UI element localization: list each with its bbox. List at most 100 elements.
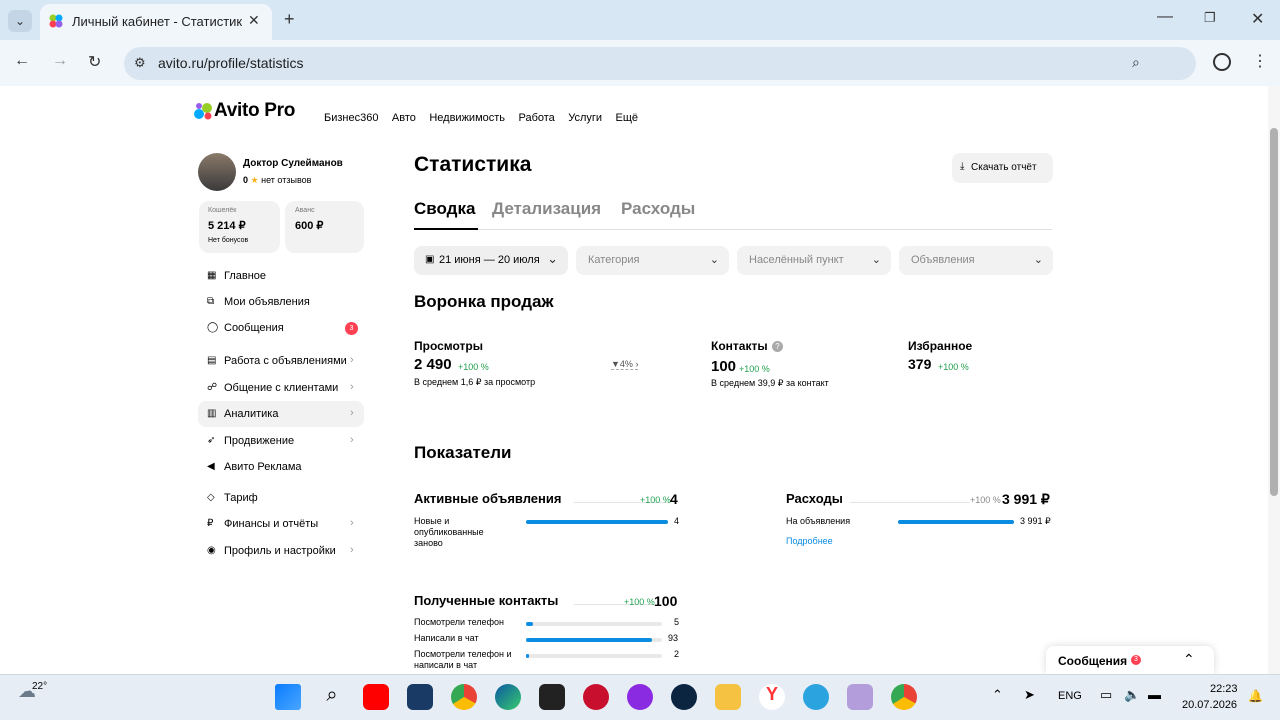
network-icon[interactable]: ▭	[1100, 687, 1112, 703]
logo-text: Avito Pro	[214, 100, 296, 121]
chevron-up-icon[interactable]: ⌃	[1183, 651, 1195, 668]
messages-popup[interactable]: Сообщения 3 ⌃	[1046, 646, 1214, 674]
download-label: Скачать отчёт	[971, 162, 1037, 173]
profile-avatar-icon[interactable]	[1213, 53, 1231, 71]
copy-icon: ⧉	[207, 296, 215, 307]
app-icon[interactable]	[583, 684, 609, 710]
app-icon[interactable]	[539, 684, 565, 710]
expenses-row-bar	[898, 520, 1014, 524]
tab-expenses[interactable]: Расходы	[621, 199, 695, 219]
tab-summary[interactable]: Сводка	[414, 199, 475, 219]
contacts-row-bar	[526, 654, 662, 658]
profile-rating[interactable]: 0 ★ нет отзывов	[243, 175, 311, 186]
browser-menu-icon[interactable]: ⋮	[1252, 51, 1268, 71]
contacts-row-label: Посмотрели телефон и написали в чат	[414, 649, 512, 670]
yandex-browser-icon[interactable]: Y	[759, 684, 785, 710]
sidebar-item-main[interactable]: ▦ Главное	[198, 263, 364, 289]
site-info-icon[interactable]: ⚙	[134, 55, 146, 71]
nav-realty[interactable]: Недвижимость	[429, 112, 505, 124]
calendar-icon: ▣	[425, 254, 435, 265]
received-contacts-delta: +100 %	[624, 597, 655, 607]
sidebar-item-ads-work[interactable]: ▤ Работа с объявлениями ›	[198, 348, 364, 374]
wallet-card[interactable]: Кошелёк 5 214 ₽ Нет бонусов	[199, 201, 280, 253]
sidebar-item-profile[interactable]: ◉ Профиль и настройки ›	[198, 538, 364, 564]
tab-details[interactable]: Детализация	[492, 199, 601, 219]
forward-icon[interactable]: →	[52, 52, 68, 70]
contacts-row-value: 93	[668, 633, 679, 643]
active-row-bar	[526, 520, 668, 524]
restore-icon[interactable]: ❐	[1204, 10, 1216, 26]
sidebar-item-tariff[interactable]: ◇ Тариф	[198, 485, 364, 511]
rating-value: 0	[243, 175, 249, 185]
new-tab-icon[interactable]: +	[284, 9, 295, 30]
nav-jobs[interactable]: Работа	[518, 112, 554, 124]
nav-business360[interactable]: Бизнес360	[324, 112, 378, 124]
advance-card[interactable]: Аванс 600 ₽	[285, 201, 364, 253]
security-shield-icon[interactable]	[407, 684, 433, 710]
city-select[interactable]: Населённый пункт ⌄	[737, 246, 891, 275]
app-icon[interactable]	[627, 684, 653, 710]
page-scrollbar[interactable]	[1268, 86, 1280, 674]
messages-badge: 3	[345, 322, 358, 335]
avatar[interactable]	[198, 153, 236, 191]
sidebar-item-finance[interactable]: ₽ Финансы и отчёты ›	[198, 511, 364, 537]
tab-list-chevron-icon[interactable]: ⌄	[8, 10, 32, 32]
app-icon[interactable]	[671, 684, 697, 710]
reload-icon[interactable]: ↻	[88, 52, 101, 72]
address-bar[interactable]: ⚙ avito.ru/profile/statistics ⌕	[124, 47, 1196, 80]
zoom-icon[interactable]: ⌕	[1132, 54, 1140, 71]
volume-icon[interactable]: 🔈	[1124, 687, 1140, 703]
download-report-button[interactable]: ⤓ Скачать отчёт	[952, 153, 1053, 183]
category-select[interactable]: Категория ⌄	[576, 246, 729, 275]
sidebar-item-my-ads[interactable]: ⧉ Мои объявления	[198, 289, 364, 315]
download-icon: ⤓	[960, 161, 965, 172]
back-icon[interactable]: ←	[14, 52, 30, 70]
help-icon[interactable]: ?	[772, 341, 783, 352]
conversion-indicator[interactable]: ▼4% ›	[611, 359, 639, 370]
sidebar-item-promotion[interactable]: ➶ Продвижение ›	[198, 428, 364, 454]
language-indicator[interactable]: ENG	[1058, 690, 1082, 702]
sidebar-item-ads-promo[interactable]: ◀ Авито Реклама	[198, 454, 364, 480]
nav-more[interactable]: Ещё	[616, 112, 639, 124]
expenses-more-link[interactable]: Подробнее	[786, 536, 833, 546]
nav-auto[interactable]: Авто	[392, 112, 416, 124]
tabs-divider	[414, 229, 1052, 230]
star-icon: ★	[250, 175, 259, 185]
windows-taskbar: ☁ 22° ⌕ Y ⌃ ➤ ENG ▭ 🔈 ▬ 22:23 20.07.2026…	[0, 674, 1280, 720]
windows-start-icon[interactable]	[275, 684, 301, 710]
search-icon[interactable]: ⌕	[319, 684, 345, 710]
advance-label: Аванс	[295, 207, 315, 214]
contacts-row-bar	[526, 622, 662, 626]
clock-time[interactable]: 22:23	[1210, 683, 1238, 695]
minimize-icon[interactable]: —	[1157, 8, 1173, 26]
app-icon[interactable]	[847, 684, 873, 710]
url-text[interactable]: avito.ru/profile/statistics	[158, 55, 304, 71]
telegram-icon[interactable]	[803, 684, 829, 710]
sidebar-item-analytics[interactable]: ▥ Аналитика ›	[198, 401, 364, 427]
notifications-icon[interactable]: 🔔	[1248, 689, 1263, 703]
sidebar-item-clients[interactable]: ☍ Общение с клиентами ›	[198, 375, 364, 401]
tray-chevron-up-icon[interactable]: ⌃	[992, 687, 1003, 703]
battery-icon[interactable]: ▬	[1148, 687, 1161, 702]
category-placeholder: Категория	[588, 254, 640, 266]
nav-services[interactable]: Услуги	[568, 112, 602, 124]
tab-close-icon[interactable]: ✕	[248, 12, 260, 29]
browser-tab-active[interactable]: Личный кабинет - Статистика ✕	[40, 4, 272, 40]
youtube-icon[interactable]	[363, 684, 389, 710]
scrollbar-thumb[interactable]	[1270, 128, 1278, 496]
date-range-select[interactable]: ▣ 21 июня — 20 июля ⌄	[414, 246, 568, 275]
views-delta: +100 %	[458, 362, 489, 372]
people-icon: ☍	[207, 382, 218, 393]
ads-select[interactable]: Объявления ⌄	[899, 246, 1053, 275]
sidebar-item-messages[interactable]: ◯ Сообщения 3	[198, 315, 364, 341]
window-close-icon[interactable]: ✕	[1251, 9, 1264, 29]
location-icon[interactable]: ➤	[1024, 687, 1035, 703]
active-tab-underline	[414, 228, 478, 230]
chrome-icon[interactable]	[451, 684, 477, 710]
profile-name[interactable]: Доктор Сулейманов	[243, 158, 343, 169]
chevron-down-icon: ⌄	[547, 251, 558, 266]
clock-date[interactable]: 20.07.2026	[1182, 699, 1237, 711]
file-explorer-icon[interactable]	[715, 684, 741, 710]
edge-icon[interactable]	[495, 684, 521, 710]
chrome-active-icon[interactable]	[891, 684, 917, 710]
